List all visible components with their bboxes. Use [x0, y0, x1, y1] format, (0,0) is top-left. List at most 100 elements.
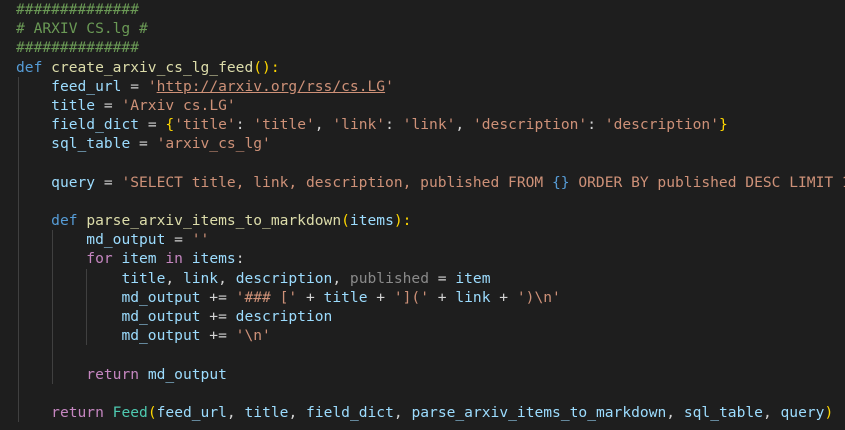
- code-token: +: [297, 288, 324, 306]
- indent-guide: [18, 326, 19, 346]
- code-line[interactable]: return Feed(feed_url, title, field_dict,…: [16, 402, 845, 423]
- code-line[interactable]: md_output += '### [' + title + '](' + li…: [16, 287, 845, 307]
- code-token: sql_table: [683, 403, 763, 421]
- code-token: description: [235, 269, 333, 287]
- code-token: =: [429, 269, 456, 287]
- code-token: ORDER BY published DESC LIMIT 10': [569, 173, 845, 191]
- code-token: :: [235, 116, 254, 134]
- code-token: +: [490, 288, 517, 306]
- code-token: parse_arxiv_items_to_markdown: [86, 212, 342, 230]
- indent-guide: [52, 287, 54, 307]
- indent-guide: [86, 287, 88, 307]
- code-line[interactable]: title, link, description, published = it…: [16, 268, 845, 288]
- code-token: (: [147, 403, 157, 421]
- code-line[interactable]: [16, 383, 845, 403]
- code-token: title: [51, 96, 96, 114]
- code-line[interactable]: md_output = '': [16, 230, 845, 250]
- code-token: {: [165, 116, 175, 134]
- code-line[interactable]: for item in items:: [16, 249, 845, 269]
- code-token: 'description': [472, 116, 588, 134]
- code-token: =: [121, 77, 148, 95]
- code-line[interactable]: [16, 191, 845, 212]
- code-token: ##############: [16, 39, 140, 57]
- code-line[interactable]: ##############: [16, 0, 845, 19]
- indent-guide: [18, 134, 19, 154]
- code-line[interactable]: [16, 153, 845, 173]
- indent-guide: [86, 326, 88, 346]
- code-token: sql_table: [51, 135, 131, 153]
- indent-guide: [18, 307, 19, 327]
- code-token: feed_url: [156, 403, 227, 421]
- code-token: md_output: [121, 327, 201, 345]
- code-token: ,: [314, 116, 333, 134]
- code-token: query: [51, 173, 96, 191]
- code-token: description: [235, 308, 333, 325]
- indent-guide: [52, 249, 54, 269]
- indent-guide: [18, 76, 19, 96]
- code-line[interactable]: sql_table = 'arxiv_cs_lg': [16, 134, 845, 154]
- code-token: item: [121, 250, 157, 268]
- code-token: ,: [455, 116, 473, 134]
- indent-guide: [18, 172, 19, 192]
- code-token: 'link': [402, 116, 456, 134]
- code-line[interactable]: feed_url = 'http://arxiv.org/rss/cs.LG': [16, 76, 845, 96]
- code-token: +: [367, 288, 394, 306]
- code-line[interactable]: ##############: [16, 38, 845, 57]
- code-token: =: [95, 173, 122, 191]
- code-token: field_dict: [51, 116, 140, 134]
- code-token: '\n': [235, 327, 271, 345]
- code-line[interactable]: return md_output: [16, 364, 845, 384]
- indent-guide: [86, 268, 88, 288]
- code-line[interactable]: [16, 345, 845, 365]
- code-token: ,: [666, 403, 684, 421]
- code-token: title: [323, 288, 368, 306]
- code-token: ():: [253, 58, 280, 76]
- code-area[interactable]: ############## # ARXIV CS.lg # ###########…: [16, 0, 845, 423]
- code-token: def: [16, 58, 52, 76]
- code-editor[interactable]: ############## # ARXIV CS.lg # ###########…: [0, 0, 845, 430]
- indent-guide: [52, 326, 54, 346]
- code-line[interactable]: field_dict = {'title': 'title', 'link': …: [16, 115, 845, 135]
- code-line[interactable]: # ARXIV CS.lg #: [16, 19, 845, 38]
- indent-guide: [18, 191, 19, 212]
- indent-guide: [18, 153, 19, 173]
- code-line[interactable]: md_output += '\n': [16, 326, 845, 346]
- indent-guide: [18, 364, 19, 384]
- indent-guide: [18, 95, 19, 116]
- code-token: 'Arxiv cs.LG': [121, 96, 236, 114]
- code-token: :: [587, 116, 605, 134]
- code-token: 'title': [253, 116, 315, 134]
- indent-guide: [52, 268, 54, 288]
- code-token: query: [780, 403, 825, 421]
- indent-guide: [18, 383, 19, 403]
- code-token: link: [182, 269, 219, 287]
- code-line[interactable]: def create_arxiv_cs_lg_feed():: [16, 58, 845, 77]
- code-token: published: [349, 269, 429, 287]
- code-token: ,: [165, 269, 183, 287]
- code-line[interactable]: query = 'SELECT title, link, description…: [16, 172, 845, 192]
- code-token: for: [86, 250, 122, 268]
- indent-guide: [18, 402, 19, 423]
- code-token: ##############: [16, 1, 140, 18]
- code-line[interactable]: md_output += description: [16, 307, 845, 327]
- code-token: items: [349, 212, 394, 230]
- indent-guide: [18, 345, 19, 365]
- indent-guide: [52, 307, 54, 327]
- code-line[interactable]: def parse_arxiv_items_to_markdown(items)…: [16, 211, 845, 231]
- code-token: '### [': [235, 288, 298, 306]
- indent-guide: [52, 364, 54, 384]
- code-token: +=: [200, 327, 236, 345]
- code-token: :: [385, 116, 403, 134]
- code-token: 'SELECT title, link, description, publis…: [121, 173, 552, 191]
- code-line[interactable]: title = 'Arxiv cs.LG': [16, 95, 845, 116]
